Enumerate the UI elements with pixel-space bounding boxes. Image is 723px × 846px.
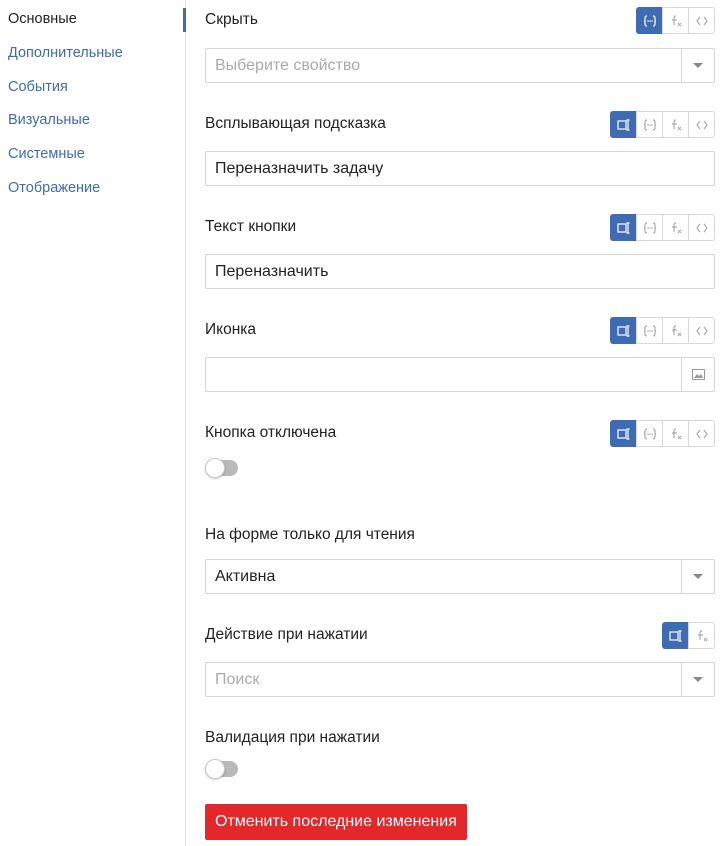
sidebar: Основные Дополнительные События Визуальн… bbox=[0, 0, 186, 846]
sidebar-item-system[interactable]: Системные bbox=[8, 146, 85, 162]
on-click-mode-toggles bbox=[662, 622, 715, 649]
formula-mode-icon[interactable] bbox=[662, 7, 689, 34]
formula-mode-icon[interactable] bbox=[662, 317, 689, 344]
code-mode-icon[interactable] bbox=[688, 7, 715, 34]
hide-property-select[interactable]: Выберите свойство bbox=[205, 48, 715, 83]
on-click-label: Действие при нажатии bbox=[205, 626, 368, 643]
button-text-mode-toggles bbox=[610, 214, 715, 241]
disabled-label: Кнопка отключена bbox=[205, 424, 337, 441]
tooltip-mode-toggles bbox=[610, 111, 715, 138]
hide-property-placeholder: Выберите свойство bbox=[215, 57, 361, 74]
static-mode-icon[interactable] bbox=[610, 317, 637, 344]
variable-mode-icon[interactable] bbox=[636, 111, 663, 138]
hide-label: Скрыть bbox=[205, 11, 258, 28]
variable-mode-icon[interactable] bbox=[636, 420, 663, 447]
variable-mode-icon[interactable] bbox=[636, 214, 663, 241]
image-icon bbox=[691, 369, 705, 380]
validation-toggle-switch[interactable] bbox=[205, 759, 238, 779]
static-mode-icon[interactable] bbox=[610, 214, 637, 241]
sidebar-item-events[interactable]: События bbox=[8, 79, 68, 95]
formula-mode-icon[interactable] bbox=[662, 111, 689, 138]
formula-mode-icon[interactable] bbox=[688, 622, 715, 649]
properties-panel: Скрыть Выберите свойство Всплывающая под… bbox=[205, 0, 715, 846]
tooltip-input[interactable]: Переназначить задачу bbox=[205, 151, 715, 186]
active-indicator bbox=[183, 8, 186, 32]
code-mode-icon[interactable] bbox=[688, 111, 715, 138]
chevron-down-icon bbox=[693, 574, 703, 579]
formula-mode-icon[interactable] bbox=[662, 214, 689, 241]
icon-label: Иконка bbox=[205, 321, 257, 338]
on-click-dropdown-button[interactable] bbox=[681, 663, 714, 696]
code-mode-icon[interactable] bbox=[688, 214, 715, 241]
code-mode-icon[interactable] bbox=[688, 317, 715, 344]
static-mode-icon[interactable] bbox=[662, 622, 689, 649]
static-mode-icon[interactable] bbox=[610, 111, 637, 138]
tooltip-value: Переназначить задачу bbox=[215, 160, 384, 177]
on-click-placeholder: Поиск bbox=[215, 671, 260, 688]
revert-changes-button[interactable]: Отменить последние изменения bbox=[205, 804, 467, 840]
chevron-down-icon bbox=[693, 63, 703, 68]
disabled-mode-toggles bbox=[610, 420, 715, 447]
static-mode-icon[interactable] bbox=[610, 420, 637, 447]
sidebar-item-basic[interactable]: Основные bbox=[8, 11, 77, 27]
validation-label: Валидация при нажатии bbox=[205, 729, 380, 746]
variable-mode-icon[interactable] bbox=[636, 7, 663, 34]
on-click-select[interactable]: Поиск bbox=[205, 662, 715, 697]
readonly-value: Активна bbox=[215, 568, 276, 585]
switch-knob bbox=[205, 759, 225, 779]
button-text-label: Текст кнопки bbox=[205, 218, 297, 235]
disabled-toggle-switch[interactable] bbox=[205, 458, 238, 478]
formula-mode-icon[interactable] bbox=[662, 420, 689, 447]
icon-picker-button[interactable] bbox=[681, 358, 714, 391]
readonly-select[interactable]: Активна bbox=[205, 559, 715, 594]
sidebar-item-additional[interactable]: Дополнительные bbox=[8, 45, 123, 61]
hide-mode-toggles bbox=[636, 7, 715, 34]
readonly-label: На форме только для чтения bbox=[205, 526, 415, 543]
icon-input[interactable] bbox=[205, 357, 715, 392]
variable-mode-icon[interactable] bbox=[636, 317, 663, 344]
sidebar-item-visual[interactable]: Визуальные bbox=[8, 112, 90, 128]
readonly-dropdown-button[interactable] bbox=[681, 560, 714, 593]
hide-dropdown-button[interactable] bbox=[681, 49, 714, 82]
sidebar-item-display[interactable]: Отображение bbox=[8, 180, 100, 196]
chevron-down-icon bbox=[693, 677, 703, 682]
tooltip-label: Всплывающая подсказка bbox=[205, 115, 386, 132]
button-text-input[interactable]: Переназначить bbox=[205, 254, 715, 289]
switch-knob bbox=[205, 458, 225, 478]
button-text-value: Переназначить bbox=[215, 263, 329, 280]
code-mode-icon[interactable] bbox=[688, 420, 715, 447]
icon-mode-toggles bbox=[610, 317, 715, 344]
